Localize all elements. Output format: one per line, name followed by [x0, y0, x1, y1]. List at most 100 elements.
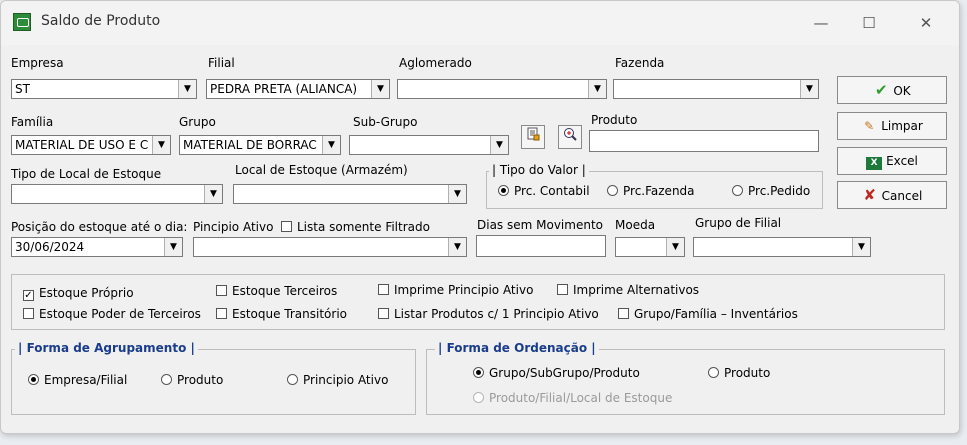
- grupo-filial-label: Grupo de Filial: [695, 216, 782, 230]
- moeda-select[interactable]: ▼: [615, 237, 685, 257]
- tipo-local-select[interactable]: ▼: [11, 184, 223, 204]
- local-estoque-select[interactable]: ▼: [233, 184, 467, 204]
- checkbox-box: [216, 308, 227, 319]
- chevron-down-icon[interactable]: ▼: [152, 136, 170, 154]
- eraser-icon: ✎: [864, 119, 875, 133]
- checkbox-box: [557, 284, 568, 295]
- minimize-button[interactable]: —: [801, 11, 841, 35]
- principio-ativo-label: Pincipio Ativo: [193, 220, 274, 234]
- radio-ord-produto[interactable]: Produto: [708, 366, 770, 380]
- fazenda-select[interactable]: ▼: [613, 79, 819, 99]
- dias-sem-mov-field[interactable]: [476, 235, 606, 257]
- chevron-down-icon[interactable]: ▼: [371, 80, 389, 98]
- estoque-transitorio-checkbox[interactable]: Estoque Transitório: [216, 307, 347, 321]
- radio-indicator: [161, 374, 172, 385]
- empresa-value: ST: [15, 82, 30, 96]
- ordenacao-title: | Forma de Ordenação |: [435, 341, 599, 355]
- x-icon: ✘: [863, 186, 876, 204]
- empresa-select[interactable]: ST ▼: [11, 79, 197, 99]
- ok-label: OK: [893, 84, 911, 98]
- listar-produtos-label: Listar Produtos c/ 1 Principio Ativo: [394, 307, 599, 321]
- radio-indicator: [28, 374, 39, 385]
- estoque-terceiros-label: Estoque Terceiros: [232, 284, 338, 298]
- chevron-down-icon[interactable]: ▼: [164, 238, 182, 256]
- check-icon: ✔: [875, 81, 888, 99]
- radio-ord-produto-label: Produto: [724, 366, 771, 380]
- posicao-date-field[interactable]: 30/06/2024 ▼: [11, 237, 183, 257]
- estoque-poder-terceiros-checkbox[interactable]: Estoque Poder de Terceiros: [23, 307, 201, 321]
- grupo-familia-label: Grupo/Família – Inventários: [634, 307, 798, 321]
- close-button[interactable]: ✕: [906, 11, 946, 35]
- radio-agrup-produto-label: Produto: [177, 373, 224, 387]
- grupo-filial-select[interactable]: ▼: [693, 237, 871, 257]
- estoque-proprio-checkbox[interactable]: ✓ Estoque Próprio: [23, 286, 134, 301]
- posicao-value: 30/06/2024: [15, 240, 85, 254]
- excel-button[interactable]: X Excel: [837, 147, 947, 175]
- radio-prc-pedido[interactable]: Prc.Pedido: [732, 184, 810, 198]
- chevron-down-icon[interactable]: ▼: [448, 238, 466, 256]
- chevron-down-icon[interactable]: ▼: [448, 185, 466, 203]
- filial-select[interactable]: PEDRA PRETA (ALIANCA) ▼: [206, 79, 390, 99]
- app-icon: [13, 13, 31, 31]
- radio-agrup-produto[interactable]: Produto: [161, 373, 223, 387]
- produto-field[interactable]: [589, 130, 819, 152]
- principio-ativo-select[interactable]: ▼: [193, 237, 467, 257]
- chevron-down-icon[interactable]: ▼: [178, 80, 196, 98]
- excel-label: Excel: [886, 154, 918, 168]
- chevron-down-icon[interactable]: ▼: [666, 238, 684, 256]
- radio-indicator: [473, 367, 484, 378]
- familia-select[interactable]: MATERIAL DE USO E C ▼: [11, 135, 171, 155]
- chevron-down-icon[interactable]: ▼: [588, 80, 606, 98]
- radio-empresa-filial[interactable]: Empresa/Filial: [28, 373, 127, 387]
- grupo-select[interactable]: MATERIAL DE BORRAC ▼: [179, 135, 341, 155]
- estoque-terceiros-checkbox[interactable]: Estoque Terceiros: [216, 284, 337, 298]
- radio-grupo-subgrupo-produto[interactable]: Grupo/SubGrupo/Produto: [473, 366, 640, 380]
- radio-indicator: [732, 185, 743, 196]
- radio-empresa-filial-label: Empresa/Filial: [44, 373, 128, 387]
- radio-prc-fazenda-label: Prc.Fazenda: [623, 184, 695, 198]
- moeda-label: Moeda: [615, 218, 656, 232]
- produto-label: Produto: [591, 113, 638, 127]
- subgrupo-select[interactable]: ▼: [349, 135, 509, 155]
- lista-filtrado-checkbox[interactable]: Lista somente Filtrado: [281, 220, 430, 234]
- radio-prc-fazenda[interactable]: Prc.Fazenda: [607, 184, 695, 198]
- local-estoque-label: Local de Estoque (Armazém): [235, 163, 408, 177]
- imprime-principio-label: Imprime Principio Ativo: [394, 283, 534, 297]
- chevron-down-icon[interactable]: ▼: [322, 136, 340, 154]
- chevron-down-icon[interactable]: ▼: [800, 80, 818, 98]
- chevron-down-icon[interactable]: ▼: [204, 185, 222, 203]
- radio-prc-pedido-label: Prc.Pedido: [748, 184, 811, 198]
- checkbox-box: [378, 308, 389, 319]
- aglomerado-select[interactable]: ▼: [397, 79, 607, 99]
- imprime-principio-checkbox[interactable]: Imprime Principio Ativo: [378, 283, 533, 297]
- product-lookup-icon[interactable]: [521, 125, 545, 149]
- grupo-familia-checkbox[interactable]: Grupo/Família – Inventários: [618, 307, 798, 321]
- imprime-alternativos-checkbox[interactable]: Imprime Alternativos: [557, 283, 699, 297]
- radio-indicator: [607, 185, 618, 196]
- radio-principio-ativo[interactable]: Principio Ativo: [287, 373, 388, 387]
- lista-filtrado-label: Lista somente Filtrado: [297, 220, 430, 234]
- window-title: Saldo de Produto: [41, 13, 161, 29]
- radio-grupo-subgrupo-produto-label: Grupo/SubGrupo/Produto: [489, 366, 640, 380]
- radio-prc-contabil[interactable]: Prc. Contabil: [498, 184, 590, 198]
- magnifier-icon[interactable]: [558, 125, 582, 149]
- chevron-down-icon[interactable]: ▼: [852, 238, 870, 256]
- limpar-button[interactable]: ✎ Limpar: [837, 112, 947, 140]
- ok-button[interactable]: ✔ OK: [837, 76, 947, 104]
- aglomerado-label: Aglomerado: [399, 56, 472, 70]
- cancel-button[interactable]: ✘ Cancel: [837, 181, 947, 209]
- listar-produtos-checkbox[interactable]: Listar Produtos c/ 1 Principio Ativo: [378, 307, 599, 321]
- grupo-label: Grupo: [179, 115, 216, 129]
- dias-sem-mov-label: Dias sem Movimento: [477, 218, 603, 232]
- fazenda-label: Fazenda: [615, 56, 665, 70]
- radio-indicator: [473, 392, 484, 403]
- checkbox-checked: ✓: [23, 290, 34, 301]
- estoque-transitorio-label: Estoque Transitório: [232, 307, 348, 321]
- imprime-alternativos-label: Imprime Alternativos: [573, 283, 700, 297]
- tipo-valor-title: | Tipo do Valor |: [489, 163, 589, 177]
- ordenacao-group: | Forma de Ordenação |: [426, 341, 945, 415]
- radio-produto-filial-local: Produto/Filial/Local de Estoque: [473, 391, 672, 405]
- chevron-down-icon[interactable]: ▼: [490, 136, 508, 154]
- posicao-label: Posição do estoque até o dia:: [11, 220, 188, 234]
- maximize-button[interactable]: ☐: [849, 11, 889, 35]
